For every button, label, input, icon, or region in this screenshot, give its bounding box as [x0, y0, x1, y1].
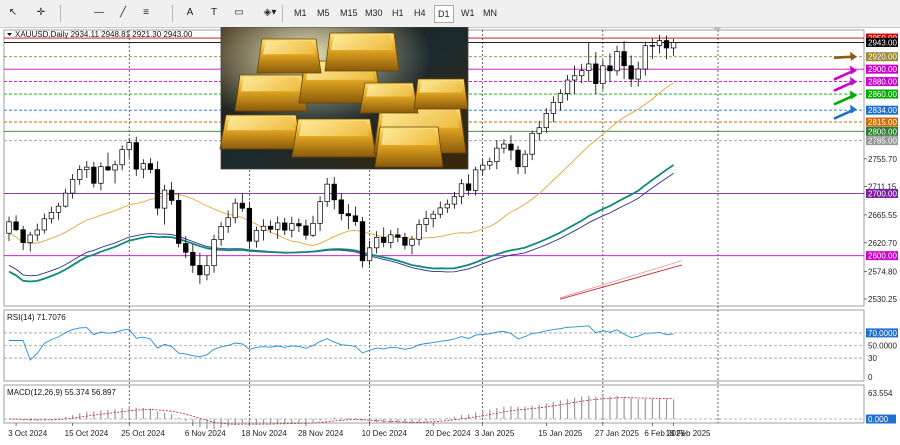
- level-price-tag-label: 2600.00: [868, 252, 897, 261]
- timeframe-m30-button[interactable]: M30: [362, 5, 386, 21]
- level-price-tag-label: 2860.00: [868, 90, 897, 99]
- date-axis-label: 28 Nov 2024: [298, 429, 344, 438]
- timeframe-d1-button[interactable]: D1: [434, 5, 454, 23]
- timeframe-m15-button[interactable]: M15: [337, 5, 361, 21]
- level-price-tag-label: 2920.00: [868, 53, 897, 62]
- candle[interactable]: [176, 193, 182, 248]
- timeframe-h1-button[interactable]: H1: [389, 5, 407, 21]
- date-axis-label: 27 Jan 2025: [595, 429, 640, 438]
- price-axis-label: 2530.25: [868, 295, 897, 304]
- shapes-dropdown[interactable]: ◈▾: [256, 4, 284, 22]
- timeframe-m5-button[interactable]: M5: [314, 5, 333, 21]
- price-axis-label: 2665.55: [868, 211, 897, 220]
- timeframe-h4-button[interactable]: H4: [411, 5, 429, 21]
- level-price-tag-label: 2800.00: [868, 127, 897, 136]
- symbol-header: XAUUSD,Daily 2934.11 2948.81 2921.30 294…: [15, 30, 193, 39]
- level-price-tag-label: 2700.00: [868, 189, 897, 198]
- level-price-tag-label: 2785.00: [868, 137, 897, 146]
- candle[interactable]: [359, 216, 366, 268]
- date-axis-label: 18 Nov 2024: [241, 429, 287, 438]
- date-axis-label: 15 Jan 2025: [538, 429, 583, 438]
- level-price-tag-label: 2900.00: [868, 65, 897, 74]
- price-axis-label: 2755.70: [868, 155, 897, 164]
- level-price-tag-label: 2815.00: [868, 118, 897, 127]
- timeframe-m1-button[interactable]: M1: [291, 5, 310, 21]
- gold-bars-image: [219, 27, 469, 170]
- date-axis-label: 20 Dec 2024: [425, 429, 471, 438]
- macd-axis-label: 0.000: [868, 415, 889, 424]
- timeframe-w1-button[interactable]: W1: [458, 5, 478, 21]
- date-axis-label: 15 Oct 2024: [65, 429, 109, 438]
- chart-toolbar: ↖ ✛ — ╱ ≡ A T ▭ ◈▾ M1 M5 M15 M30 H1 H4 D1 W1 MN: [0, 0, 900, 28]
- toolbar-separator: [282, 5, 283, 22]
- price-axis-label: 2574.80: [868, 267, 897, 276]
- text-tool[interactable]: A: [182, 4, 198, 22]
- date-axis-label: 3 Jan 2025: [475, 429, 515, 438]
- toolbar-separator: [172, 5, 173, 22]
- date-axis-label: 25 Oct 2024: [121, 429, 165, 438]
- rsi-axis-label: 0: [868, 373, 873, 382]
- crosshair-tool[interactable]: ✛: [30, 4, 52, 22]
- rsi-axis-label: 50.0000: [868, 342, 897, 351]
- price-axis-label: 2620.70: [868, 239, 897, 248]
- level-price-tag-label: 2880.00: [868, 78, 897, 87]
- rsi-axis-label: 70.0000: [868, 329, 897, 338]
- candle[interactable]: [154, 161, 161, 216]
- level-price-tag-label: 2943.00: [868, 38, 897, 47]
- timeframe-mn-button[interactable]: MN: [480, 5, 500, 21]
- macd-axis-label: 63.554: [868, 389, 893, 398]
- date-axis-label: 3 Oct 2024: [8, 429, 48, 438]
- trend-line-tool[interactable]: ╱: [114, 4, 132, 22]
- date-axis-label: 18 Feb 2025: [666, 429, 711, 438]
- label-tool[interactable]: T: [206, 4, 222, 22]
- rectangle-tool[interactable]: ▭: [230, 4, 248, 22]
- level-price-tag-label: 2834.00: [868, 106, 897, 115]
- rsi-axis-label: 30: [868, 354, 877, 363]
- date-axis-label: 6 Nov 2024: [185, 429, 226, 438]
- toolbar-separator: [60, 5, 61, 22]
- fibonacci-tool[interactable]: ≡: [138, 4, 154, 22]
- horizontal-line-tool[interactable]: —: [90, 4, 108, 22]
- chart-area[interactable]: 2755.702711.152665.552620.702574.802530.…: [0, 27, 900, 445]
- date-axis-label: 10 Dec 2024: [362, 429, 408, 438]
- rsi-header: RSI(14) 71.7076: [7, 313, 66, 322]
- trading-terminal-window: ↖ ✛ — ╱ ≡ A T ▭ ◈▾ M1 M5 M15 M30 H1 H4 D1 W1 MN: [0, 0, 900, 445]
- macd-header: MACD(12,26,9) 55.374 56.897: [7, 388, 117, 397]
- macd-panel[interactable]: [3, 384, 865, 424]
- cursor-tool[interactable]: ↖: [4, 4, 22, 22]
